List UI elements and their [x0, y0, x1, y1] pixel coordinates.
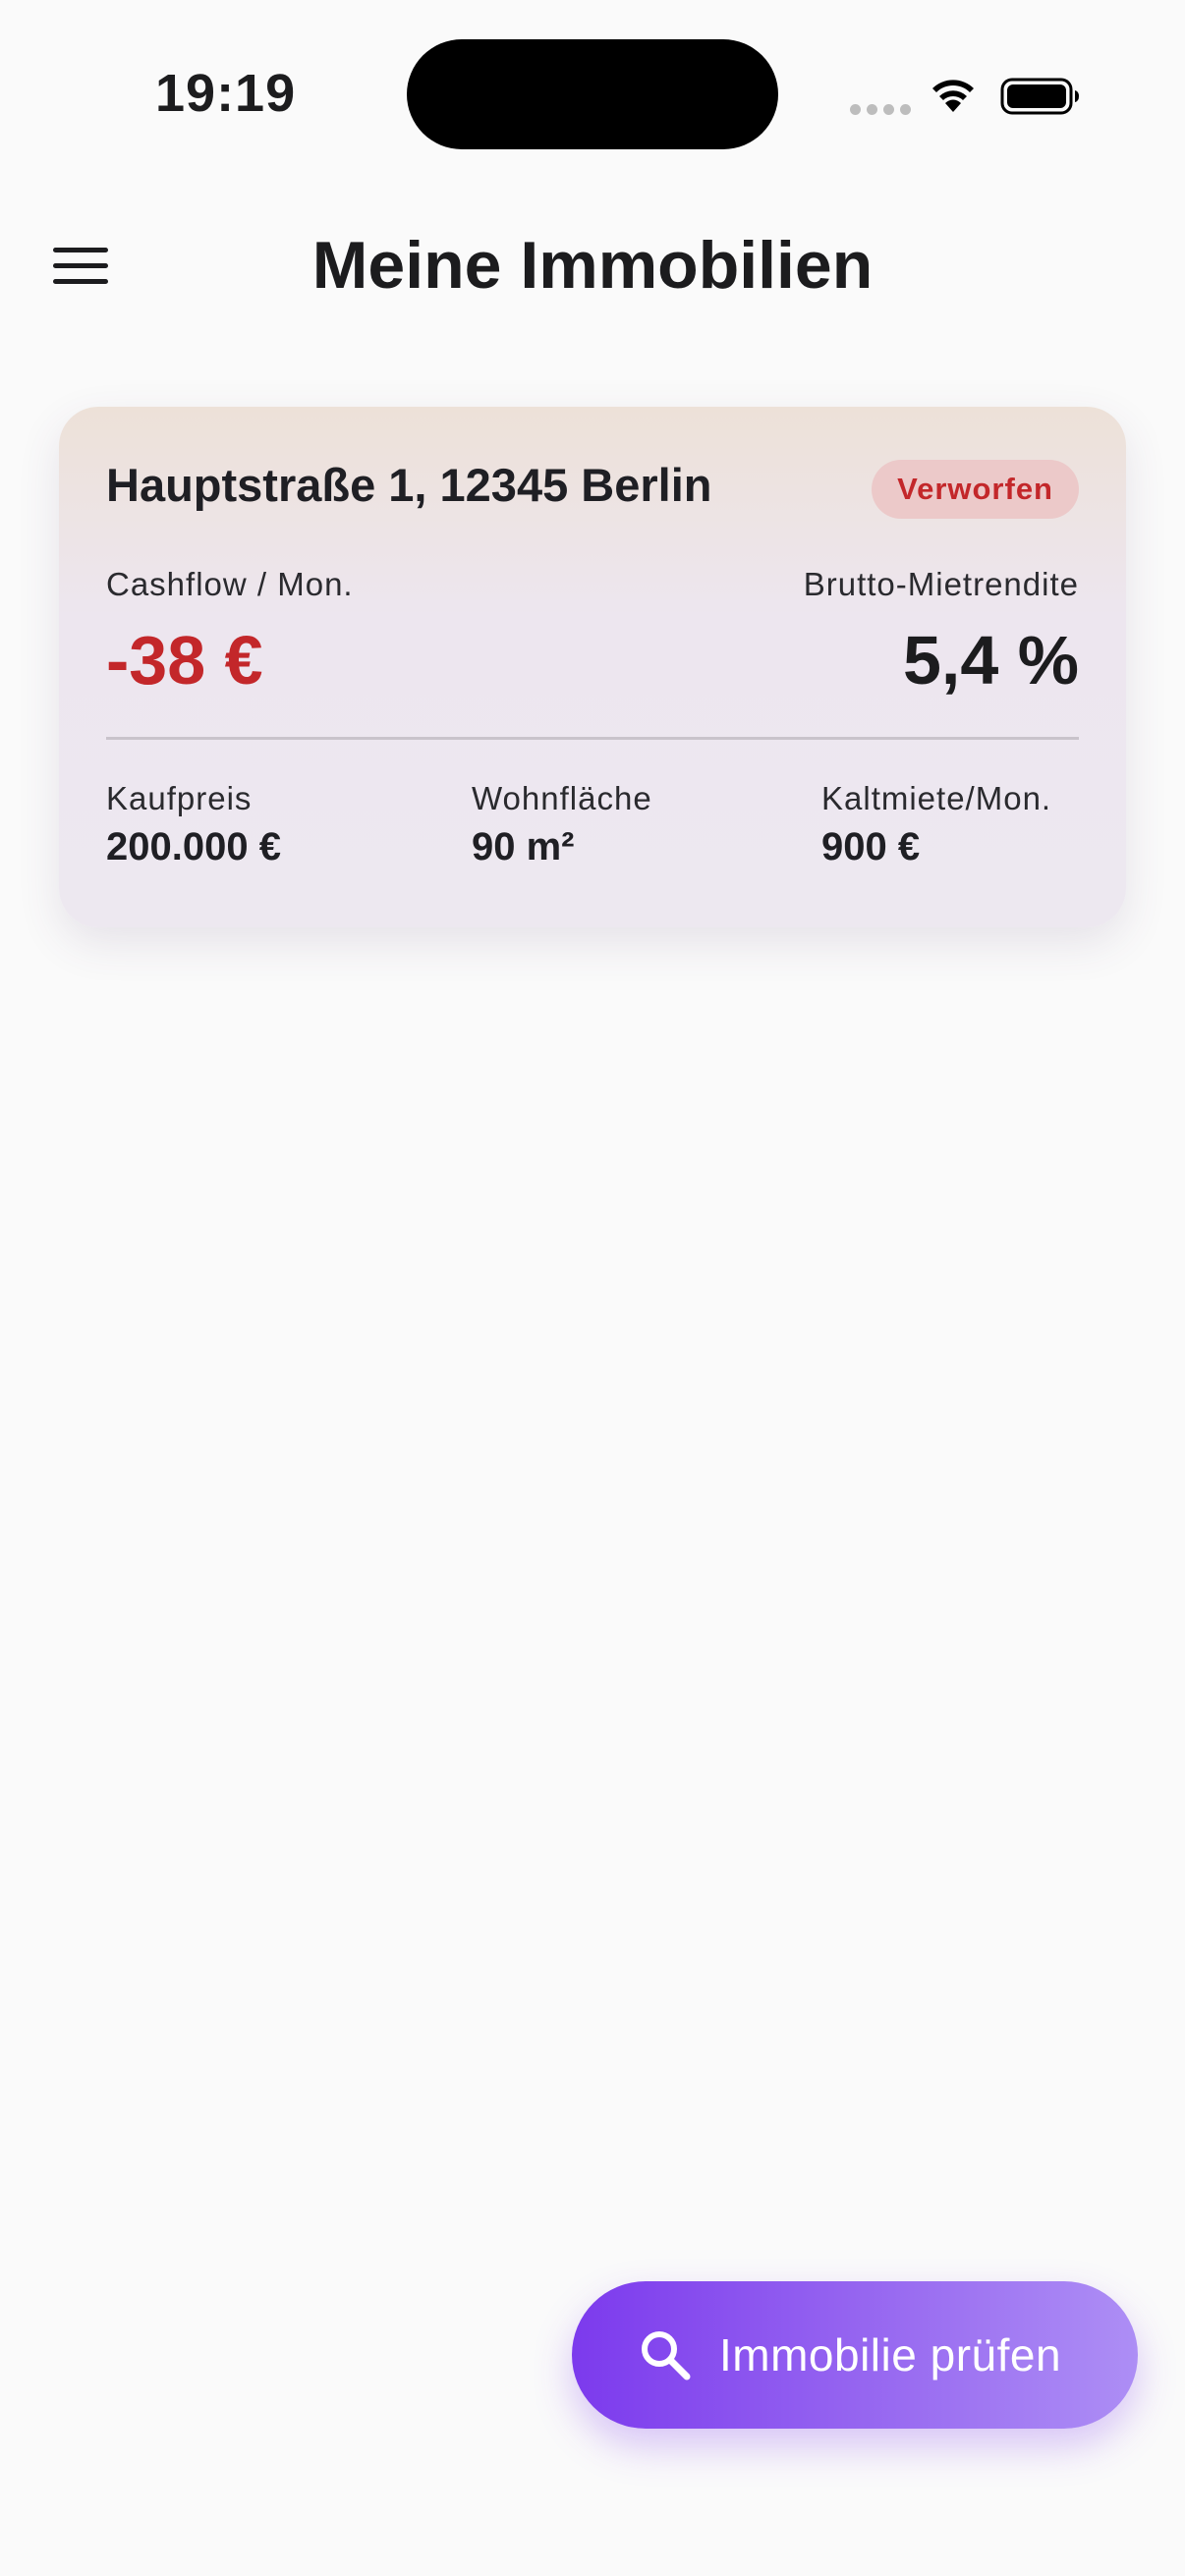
gross-yield-value: 5,4 %	[903, 622, 1079, 699]
cold-rent: Kaltmiete/Mon. 900 €	[821, 780, 1051, 869]
battery-icon	[1000, 78, 1079, 115]
living-area-label: Wohnfläche	[472, 780, 652, 816]
cold-rent-label: Kaltmiete/Mon.	[821, 780, 1052, 816]
status-badge: Verworfen	[872, 460, 1079, 519]
cellular-signal-icon	[850, 104, 911, 115]
search-icon	[642, 2331, 691, 2380]
status-time: 19:19	[155, 64, 297, 123]
wifi-icon	[932, 80, 974, 112]
gross-yield-label: Brutto-Mietrendite	[803, 566, 1079, 602]
check-property-button[interactable]: Immobilie prüfen	[572, 2281, 1138, 2429]
page-title: Meine Immobilien	[311, 228, 874, 303]
cashflow-value: -38 €	[106, 622, 263, 699]
cashflow-label: Cashflow / Mon.	[106, 566, 354, 602]
property-card[interactable]: Hauptstraße 1, 12345 Berlin Verworfen Ca…	[59, 407, 1126, 927]
cold-rent-value: 900 €	[821, 825, 921, 868]
purchase-price: Kaufpreis 200.000 €	[106, 780, 281, 869]
living-area-value: 90 m²	[472, 825, 575, 868]
dynamic-island	[407, 39, 778, 149]
card-divider	[106, 737, 1079, 740]
status-bar: 19:19	[0, 0, 1185, 187]
purchase-price-label: Kaufpreis	[106, 780, 253, 816]
living-area: Wohnfläche 90 m²	[472, 780, 652, 869]
property-address: Hauptstraße 1, 12345 Berlin	[106, 459, 712, 511]
check-property-label: Immobilie prüfen	[719, 2329, 1062, 2380]
purchase-price-value: 200.000 €	[106, 825, 281, 868]
